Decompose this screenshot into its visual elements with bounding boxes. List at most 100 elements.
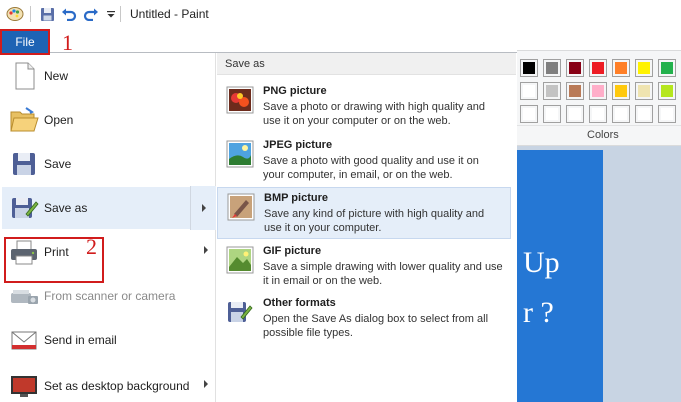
- gif-picture-icon: [225, 245, 255, 275]
- color-swatch[interactable]: [658, 59, 676, 77]
- menu-item-label: Save as: [44, 201, 88, 215]
- redo-icon[interactable]: [82, 5, 100, 23]
- color-swatch-fill: [546, 62, 558, 74]
- format-description: Save a simple drawing with lower quality…: [263, 261, 503, 287]
- color-swatch-fill: [523, 62, 535, 74]
- annotation-step-1: 1: [62, 30, 73, 55]
- format-title: JPEG picture: [263, 139, 333, 151]
- color-swatch[interactable]: [612, 105, 630, 123]
- canvas-area[interactable]: Up r ?: [517, 146, 681, 402]
- color-swatch-fill: [661, 62, 673, 74]
- other-formats-icon: [225, 297, 255, 327]
- color-swatch-fill: [523, 108, 535, 120]
- file-tab[interactable]: File: [0, 29, 50, 55]
- color-swatch[interactable]: [612, 59, 630, 77]
- color-swatch[interactable]: [543, 82, 561, 100]
- desktop-background-icon: [8, 370, 40, 402]
- jpeg-picture-icon: [225, 139, 255, 169]
- color-swatch[interactable]: [612, 82, 630, 100]
- menu-item-save[interactable]: Save: [2, 143, 214, 185]
- color-swatch[interactable]: [589, 82, 607, 100]
- color-swatch[interactable]: [566, 82, 584, 100]
- color-swatch-fill: [638, 85, 650, 97]
- submenu-arrow-icon: [204, 380, 208, 388]
- menu-item-label: From scanner or camera: [44, 289, 176, 303]
- color-swatch[interactable]: [543, 59, 561, 77]
- color-swatch[interactable]: [589, 105, 607, 123]
- save-as-gif[interactable]: GIF picture Save a simple drawing with l…: [217, 241, 511, 293]
- color-swatch[interactable]: [543, 105, 561, 123]
- title-bar: Untitled - Paint: [0, 0, 681, 30]
- menu-item-save-as[interactable]: Save as: [2, 187, 214, 229]
- save-as-submenu: Save as PNG picture Save a photo or draw…: [217, 53, 517, 402]
- color-swatch[interactable]: [520, 105, 538, 123]
- format-description: Save a photo with good quality and use i…: [263, 155, 479, 181]
- paint-app-icon[interactable]: [6, 5, 24, 23]
- menu-item-label: Open: [44, 113, 74, 127]
- color-swatch[interactable]: [658, 82, 676, 100]
- color-swatch-fill: [615, 62, 627, 74]
- save-icon[interactable]: [38, 5, 56, 23]
- color-swatch[interactable]: [520, 82, 538, 100]
- menu-item-open[interactable]: Open: [2, 99, 214, 141]
- file-menu-list: New Open Save Save as Print From scanner…: [0, 53, 216, 402]
- menu-item-set-desktop-background[interactable]: Set as desktop background: [2, 365, 214, 402]
- menu-item-new[interactable]: New: [2, 55, 214, 97]
- color-swatch-fill: [615, 85, 627, 97]
- file-menu: New Open Save Save as Print From scanner…: [0, 52, 517, 402]
- canvas-image: Up r ?: [517, 150, 603, 402]
- color-swatch-fill: [615, 108, 627, 120]
- email-icon: [8, 324, 40, 356]
- color-swatch-fill: [569, 85, 581, 97]
- submenu-header-label: Save as: [225, 58, 265, 70]
- color-swatch-fill: [546, 85, 558, 97]
- save-as-bmp[interactable]: BMP picture Save any kind of picture wit…: [217, 187, 511, 239]
- format-title: PNG picture: [263, 85, 327, 97]
- color-swatch-fill: [661, 108, 673, 120]
- save-as-submenu-arrow[interactable]: [190, 186, 216, 230]
- separator: [120, 6, 121, 22]
- color-swatch-fill: [592, 108, 604, 120]
- color-swatch-fill: [592, 85, 604, 97]
- color-swatch-fill: [592, 62, 604, 74]
- chevron-right-icon: [202, 204, 206, 212]
- color-swatch-fill: [546, 108, 558, 120]
- submenu-header: Save as: [217, 53, 516, 75]
- undo-icon[interactable]: [60, 5, 78, 23]
- color-swatch[interactable]: [635, 82, 653, 100]
- open-folder-icon: [8, 104, 40, 136]
- menu-item-label: Send in email: [44, 333, 117, 347]
- color-swatch[interactable]: [520, 59, 538, 77]
- menu-item-label: Save: [44, 157, 72, 171]
- format-description: Save a photo or drawing with high qualit…: [263, 101, 485, 127]
- ribbon-colors-group: Colors: [517, 50, 681, 146]
- annotation-step-2: 2: [86, 234, 97, 259]
- color-swatch[interactable]: [566, 59, 584, 77]
- colors-label: Colors: [587, 129, 619, 141]
- color-swatch-fill: [569, 62, 581, 74]
- format-title: BMP picture: [264, 192, 328, 204]
- color-swatch-fill: [638, 108, 650, 120]
- color-swatch[interactable]: [589, 59, 607, 77]
- submenu-arrow-icon: [204, 246, 208, 254]
- menu-item-send-email[interactable]: Send in email: [2, 319, 214, 361]
- format-description: Save any kind of picture with high quali…: [264, 208, 485, 234]
- save-as-jpeg[interactable]: JPEG picture Save a photo with good qual…: [217, 135, 511, 187]
- save-as-other-formats[interactable]: Other formats Open the Save As dialog bo…: [217, 293, 511, 345]
- window-title: Untitled - Paint: [130, 7, 209, 21]
- ribbon-divider: [517, 125, 681, 126]
- bmp-picture-icon: [226, 192, 256, 222]
- color-swatch-fill: [523, 85, 535, 97]
- new-file-icon: [8, 60, 40, 92]
- scanner-icon: [8, 280, 40, 312]
- color-swatch-fill: [569, 108, 581, 120]
- canvas-text-line2: r ?: [523, 296, 554, 329]
- color-swatch[interactable]: [635, 105, 653, 123]
- save-as-png[interactable]: PNG picture Save a photo or drawing with…: [217, 81, 511, 133]
- color-swatch[interactable]: [658, 105, 676, 123]
- customize-dropdown-icon[interactable]: [102, 5, 120, 23]
- color-swatch[interactable]: [566, 105, 584, 123]
- color-swatch-fill: [638, 62, 650, 74]
- color-swatch[interactable]: [635, 59, 653, 77]
- canvas-text-line1: Up: [523, 246, 560, 279]
